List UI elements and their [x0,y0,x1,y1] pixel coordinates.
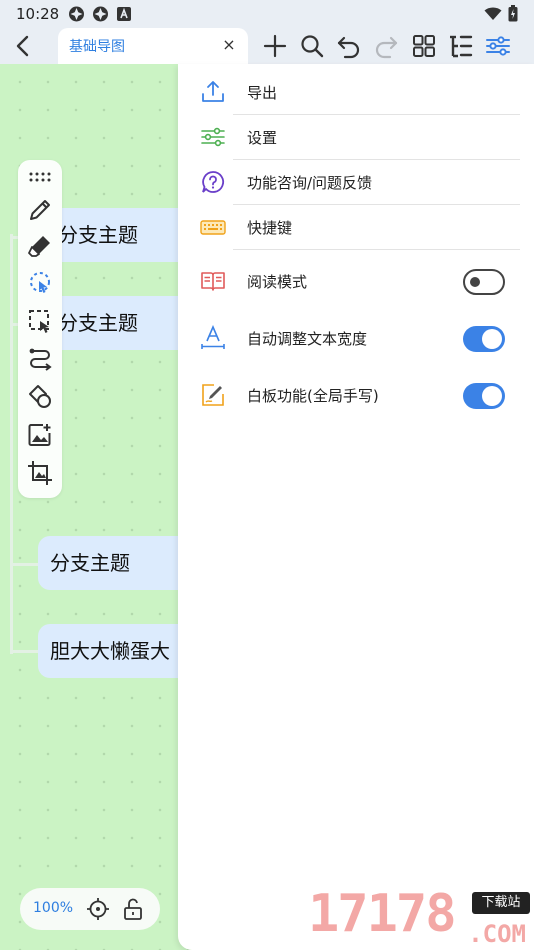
menu-item-label: 白板功能(全局手写) [247,387,379,405]
lasso-select-button[interactable] [27,270,53,296]
document-tab-title: 基础导图 [69,39,125,55]
style-settings-button[interactable] [484,32,512,60]
settings-sliders-icon [200,124,226,150]
crosshair-icon [87,898,109,920]
upload-icon [200,79,226,105]
shape-tool-button[interactable] [27,384,53,410]
zoom-level-button[interactable]: 100% [33,900,73,916]
shapes-icon [29,385,51,408]
add-button[interactable] [261,32,289,60]
menu-item-feedback[interactable]: 功能咨询/问题反馈 [178,160,534,205]
undo-button[interactable] [335,32,363,60]
pen-icon [30,200,50,220]
lock-canvas-button[interactable] [121,897,145,921]
app-notification-icon [92,6,109,22]
watermark-number: 17178 [308,884,457,944]
menu-item-shortcuts[interactable]: 快捷键 [178,205,534,250]
auto-text-width-toggle[interactable] [463,326,505,352]
font-app-icon [116,6,133,22]
read-mode-toggle[interactable] [463,269,505,295]
menu-item-auto-text-width[interactable]: 自动调整文本宽度 [178,316,534,361]
drag-dots-icon [29,172,51,182]
outline-tree-icon [450,35,473,58]
crop-image-button[interactable] [27,460,53,486]
sliders-icon [486,36,510,56]
redo-icon [375,36,398,59]
watermark-logo: 17178 下载站 .COM [308,880,530,950]
plus-icon [263,34,287,58]
drawing-tool-panel [18,160,62,498]
connector-icon [29,348,52,371]
box-select-icon [29,310,49,333]
menu-item-read-mode[interactable]: 阅读模式 [178,259,534,304]
menu-item-export[interactable]: 导出 [178,70,534,115]
menu-item-whiteboard[interactable]: 白板功能(全局手写) [178,373,534,418]
close-tab-button[interactable]: × [218,33,240,55]
status-bar: 10:28 [0,0,534,28]
menu-item-label: 自动调整文本宽度 [247,330,368,348]
lasso-icon [30,272,50,293]
battery-icon [508,5,518,26]
back-button[interactable] [10,32,38,60]
menu-item-settings[interactable]: 设置 [178,115,534,160]
top-toolbar: 基础导图 × [0,28,534,64]
layout-button[interactable] [410,32,438,60]
keyboard-icon [200,214,226,240]
node-text: 分支主题 [58,223,138,247]
menu-item-label: 设置 [247,129,278,147]
text-width-icon [200,324,226,351]
menu-item-label: 快捷键 [247,219,293,237]
zoom-controls: 100% [20,888,160,930]
chevron-left-icon [16,35,29,57]
menu-item-label: 阅读模式 [247,273,308,291]
whiteboard-toggle[interactable] [463,383,505,409]
outline-button[interactable] [447,32,475,60]
menu-item-label: 导出 [247,84,278,102]
unlock-icon [124,898,142,920]
redo-button[interactable] [372,32,400,60]
status-right-icons [484,5,518,26]
box-select-button[interactable] [27,308,53,334]
menu-item-label: 功能咨询/问题反馈 [247,174,373,192]
watermark-suffix: .COM [468,920,526,948]
node-text: 分支主题 [58,311,138,335]
menu-divider [233,249,520,250]
whiteboard-pen-icon [200,382,226,408]
eraser-tool-button[interactable] [27,233,53,259]
image-add-icon [28,424,51,446]
connector-tool-button[interactable] [27,346,53,372]
image-crop-icon [28,461,52,485]
document-tab[interactable]: 基础导图 × [58,28,248,64]
branch-connector [10,563,40,566]
eraser-icon [28,236,50,257]
grid-icon [413,35,435,57]
more-options-menu: 导出 设置 功能咨询/问题反馈 快捷键 阅读模式 自动调整文本宽度 白板功能(全… [178,64,534,950]
insert-image-button[interactable] [27,422,53,448]
search-icon [301,35,324,58]
app-notification-icon [68,6,85,22]
node-text: 分支主题 [50,551,130,575]
watermark-badge: 下载站 [472,892,530,914]
pen-tool-button[interactable] [27,197,53,223]
status-time: 10:28 [16,5,60,23]
node-text: 胆大大懒蛋大 [50,639,170,663]
recenter-button[interactable] [86,897,110,921]
status-notification-icons [68,6,133,22]
panel-drag-handle[interactable] [27,164,53,190]
branch-connector [10,234,13,654]
wifi-icon [484,6,502,25]
undo-icon [337,36,360,59]
book-icon [200,268,226,294]
search-button[interactable] [298,32,326,60]
help-circle-icon [200,169,226,195]
branch-connector [10,650,40,653]
